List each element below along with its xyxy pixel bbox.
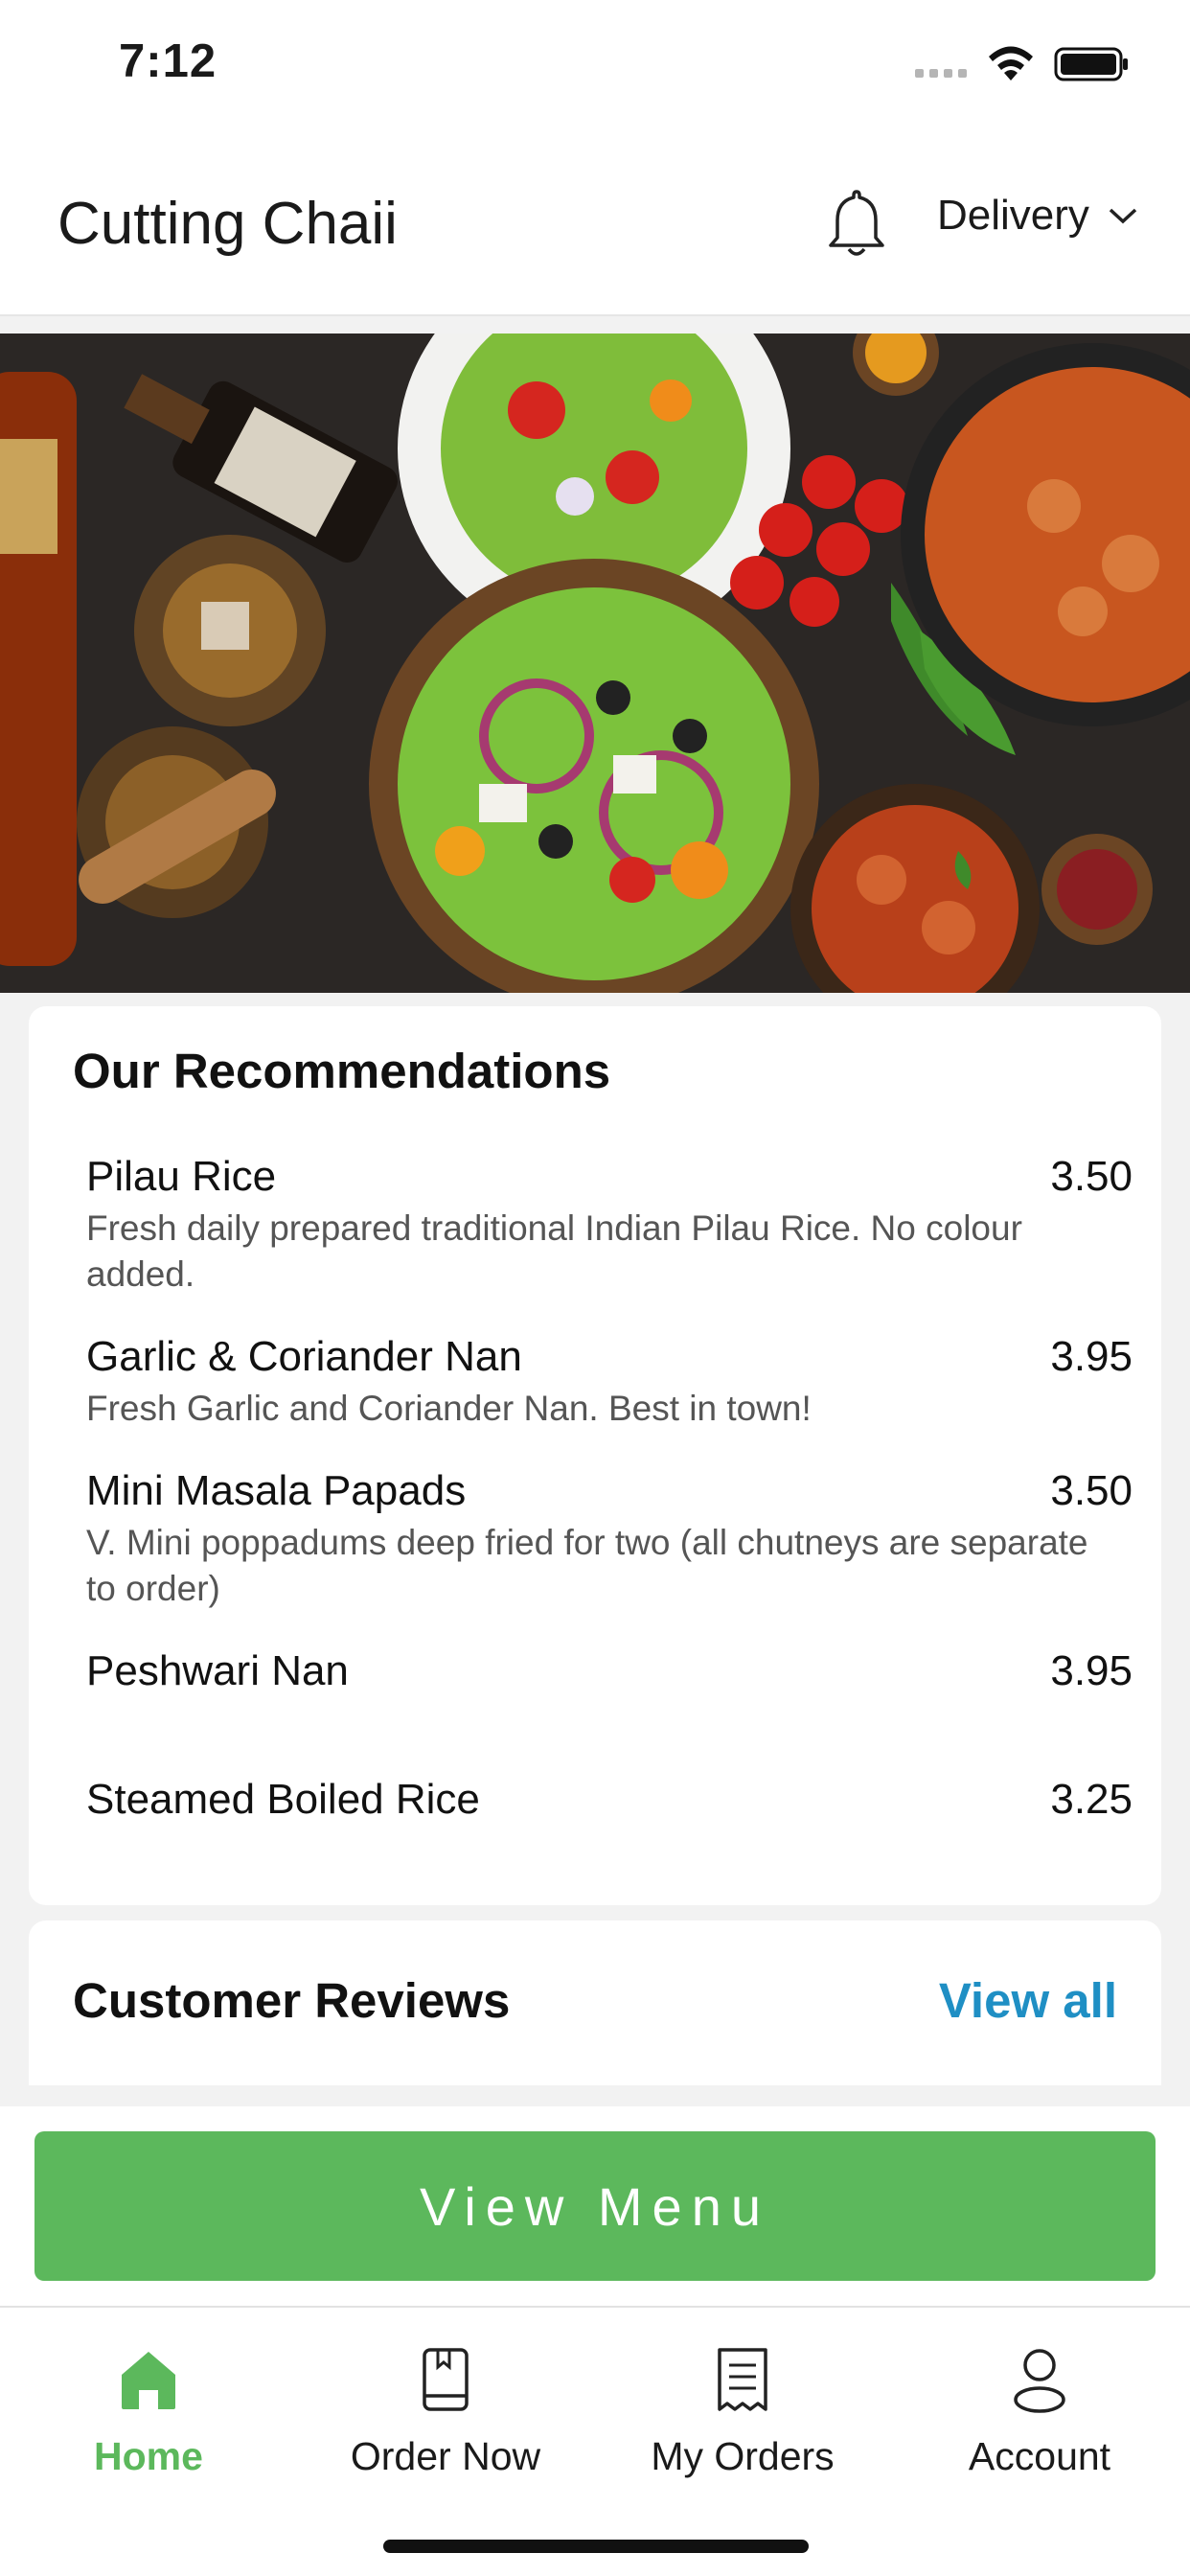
signal-icon: [915, 69, 967, 78]
app-screen: 7:12 Cutting Chaii Delivery Our Recommen…: [0, 0, 1190, 2576]
recommendation-item[interactable]: Peshwari Nan 3.95: [86, 1644, 1133, 1698]
item-price: 3.50: [1050, 1467, 1133, 1514]
nav-home[interactable]: Home: [0, 2346, 297, 2479]
item-price: 3.95: [1050, 1333, 1133, 1380]
status-time: 7:12: [119, 35, 217, 87]
reviews-divider: [29, 2085, 1161, 2106]
item-name: Peshwari Nan: [86, 1647, 349, 1694]
chevron-down-icon: [1109, 208, 1137, 224]
nav-label: Home: [94, 2434, 203, 2478]
order-book-icon: [423, 2348, 469, 2411]
bell-icon[interactable]: [822, 184, 891, 261]
nav-order-now[interactable]: Order Now: [297, 2346, 594, 2479]
home-icon: [122, 2352, 175, 2409]
status-bar: 7:12: [0, 0, 1190, 134]
customer-reviews-card: Customer Reviews View all: [29, 1920, 1161, 2085]
item-description: V. Mini poppadums deep fried for two (al…: [86, 1523, 1088, 1608]
item-price: 3.50: [1050, 1153, 1133, 1200]
battery-icon: [1054, 47, 1128, 81]
item-description: Fresh daily prepared traditional Indian …: [86, 1208, 1022, 1294]
item-name: Garlic & Coriander Nan: [86, 1333, 522, 1380]
food-illustration: [0, 334, 1190, 993]
nav-label: Order Now: [350, 2434, 541, 2478]
nav-label: My Orders: [651, 2434, 835, 2478]
bottom-nav: Home Order Now My Orders Account: [0, 2306, 1190, 2576]
wifi-icon: [989, 46, 1033, 80]
receipt-icon: [718, 2348, 767, 2411]
nav-account[interactable]: Account: [891, 2346, 1188, 2479]
reviews-title: Customer Reviews: [73, 1973, 511, 2028]
recommendation-item[interactable]: Garlic & Coriander Nan 3.95 Fresh Garlic…: [86, 1330, 1133, 1432]
delivery-mode-label: Delivery: [937, 192, 1089, 239]
home-indicator: [383, 2540, 809, 2553]
item-description: Fresh Garlic and Coriander Nan. Best in …: [86, 1389, 812, 1428]
view-menu-button[interactable]: View Menu: [34, 2131, 1156, 2281]
item-name: Steamed Boiled Rice: [86, 1776, 480, 1823]
cta-bar: View Menu: [0, 2106, 1190, 2306]
delivery-mode-select[interactable]: Delivery: [937, 192, 1139, 240]
nav-label: Account: [968, 2434, 1111, 2478]
item-price: 3.95: [1050, 1647, 1133, 1694]
item-name: Mini Masala Papads: [86, 1467, 467, 1514]
user-icon: [1014, 2349, 1065, 2413]
item-name: Pilau Rice: [86, 1153, 277, 1200]
item-price: 3.25: [1050, 1776, 1133, 1823]
recommendations-title: Our Recommendations: [73, 1044, 611, 1098]
recommendation-item[interactable]: Steamed Boiled Rice 3.25: [86, 1773, 1133, 1827]
recommendation-item[interactable]: Pilau Rice 3.50 Fresh daily prepared tra…: [86, 1150, 1133, 1298]
app-header: Cutting Chaii Delivery: [0, 134, 1190, 316]
view-all-reviews-link[interactable]: View all: [939, 1972, 1117, 2029]
recommendation-item[interactable]: Mini Masala Papads 3.50 V. Mini poppadum…: [86, 1464, 1133, 1612]
recommendations-card: Our Recommendations Pilau Rice 3.50 Fres…: [29, 1006, 1161, 1905]
nav-my-orders[interactable]: My Orders: [594, 2346, 891, 2479]
hero-food-image: [0, 334, 1190, 993]
app-title: Cutting Chaii: [57, 191, 398, 257]
